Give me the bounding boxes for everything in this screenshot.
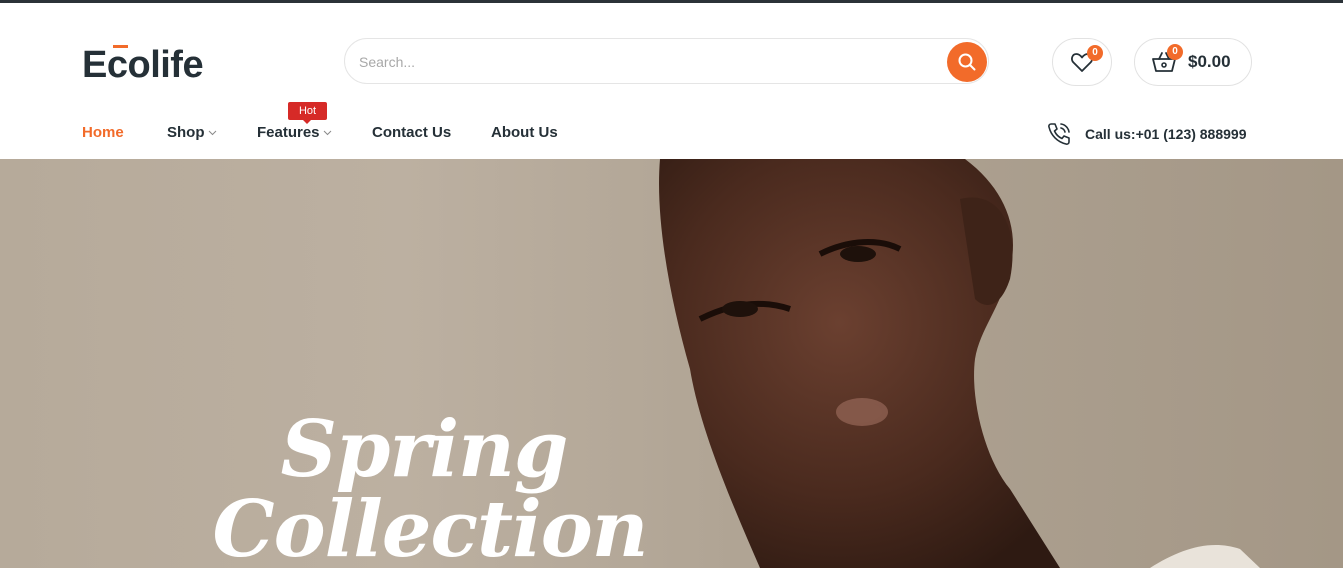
chevron-down-icon (323, 130, 331, 136)
nav-about[interactable]: About Us (491, 124, 558, 142)
nav-label: Home (82, 124, 124, 141)
hot-badge-arrow (303, 120, 311, 124)
wishlist-count-badge: 0 (1087, 45, 1103, 61)
site-header: Ecolife 0 0 $0.00 Home Shop (0, 3, 1343, 159)
hero-banner: Spring Collection (0, 159, 1343, 568)
nav-label: Shop (167, 124, 205, 141)
nav-contact[interactable]: Contact Us (372, 124, 451, 142)
hot-badge: Hot (288, 102, 327, 120)
chevron-down-icon (208, 130, 216, 136)
search-input[interactable] (357, 39, 941, 85)
search-icon (958, 53, 976, 71)
phone-icon (1048, 123, 1070, 145)
brand-logo[interactable]: Ecolife (82, 43, 204, 87)
logo-accent-bar (113, 45, 128, 48)
nav-shop[interactable]: Shop (167, 124, 217, 142)
hero-title-line2: Collection (212, 484, 649, 568)
cart-count-badge: 0 (1167, 44, 1183, 60)
cart-button[interactable]: 0 $0.00 (1134, 38, 1252, 86)
hero-title-line1: Spring (280, 404, 569, 495)
nav-home[interactable]: Home (82, 124, 124, 142)
nav-features[interactable]: Features (257, 124, 332, 142)
brand-name: Ecolife (82, 44, 204, 86)
call-text: Call us:+01 (123) 888999 (1085, 126, 1247, 142)
wishlist-button[interactable]: 0 (1052, 38, 1112, 86)
search-button[interactable] (947, 42, 987, 82)
nav-label: Features (257, 124, 320, 141)
search-bar (344, 38, 989, 85)
cart-total: $0.00 (1188, 52, 1231, 71)
nav-label: About Us (491, 124, 558, 141)
call-info[interactable]: Call us:+01 (123) 888999 (1046, 121, 1247, 147)
nav-label: Contact Us (372, 124, 452, 141)
